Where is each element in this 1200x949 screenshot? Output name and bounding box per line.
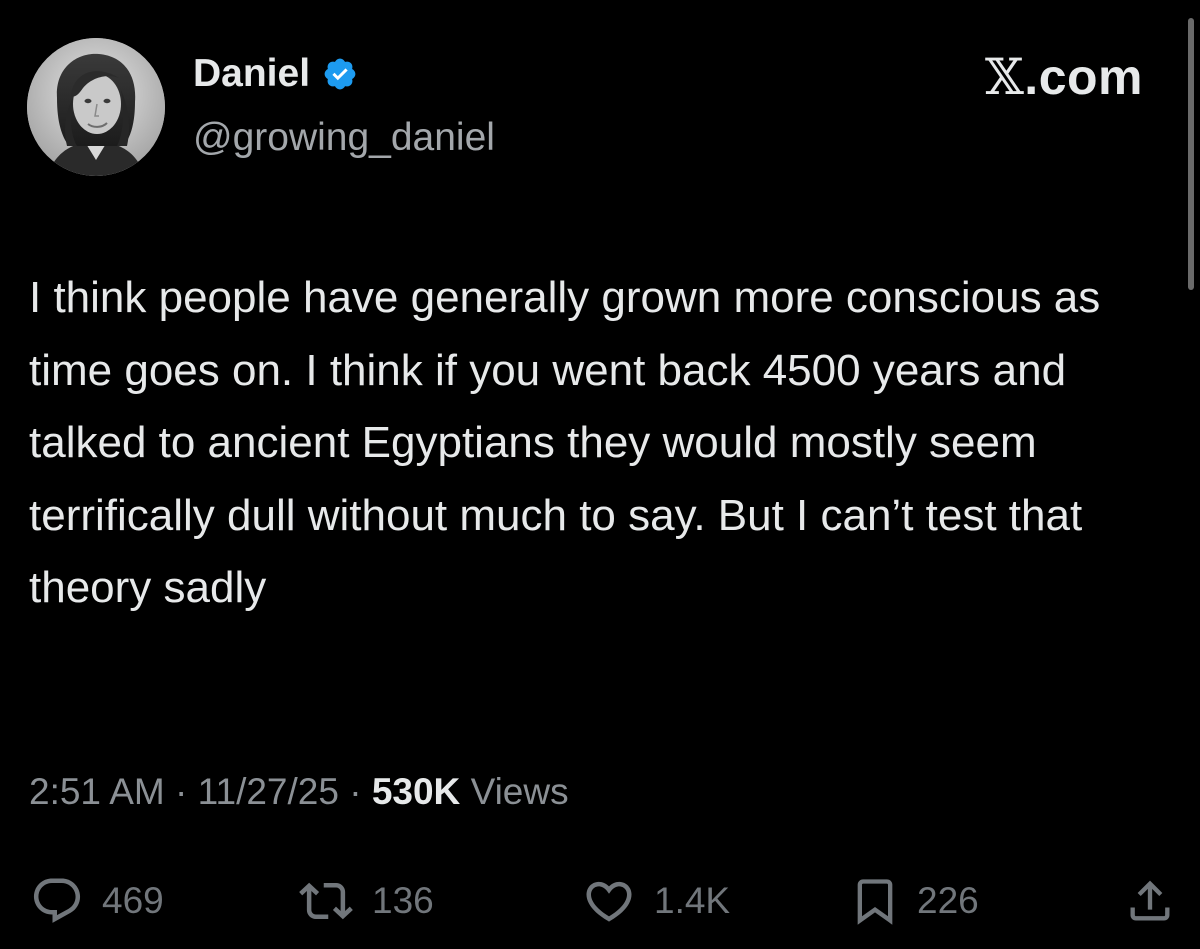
heart-icon <box>586 881 632 922</box>
share-upload-icon <box>1130 880 1170 921</box>
brand-logo: 𝕏.com <box>985 52 1143 102</box>
avatar[interactable] <box>27 38 165 176</box>
author-name-row[interactable]: Daniel <box>193 54 358 93</box>
tweet-time[interactable]: 2:51 AM <box>29 771 165 812</box>
meta-separator: · <box>338 771 372 812</box>
brand-suffix: .com <box>1024 49 1143 105</box>
meta-separator: · <box>164 771 198 812</box>
tweet-date[interactable]: 11/27/25 <box>198 771 339 812</box>
views-label: Views <box>470 771 569 812</box>
post-card: Daniel @growing_daniel 𝕏.com I think peo… <box>0 0 1200 949</box>
action-bar: 469 136 1.4K 226 <box>0 868 1200 938</box>
bookmark-count: 226 <box>917 880 979 921</box>
reply-count: 469 <box>102 880 164 921</box>
share-button[interactable] <box>1124 868 1176 934</box>
x-logo-glyph: 𝕏 <box>985 48 1025 106</box>
repost-arrows-icon <box>299 882 353 920</box>
avatar-photo <box>27 38 165 176</box>
tweet-meta: 2:51 AM · 11/27/25 · 530K Views <box>29 773 569 810</box>
display-name[interactable]: Daniel <box>193 54 310 93</box>
repost-count: 136 <box>372 880 434 921</box>
reply-button[interactable]: 469 <box>28 868 164 934</box>
bookmark-button[interactable]: 226 <box>849 868 979 934</box>
author-handle[interactable]: @growing_daniel <box>193 118 495 157</box>
like-button[interactable]: 1.4K <box>580 868 730 934</box>
repost-button[interactable]: 136 <box>296 868 434 934</box>
views-count: 530K <box>371 771 461 812</box>
like-count: 1.4K <box>654 880 731 921</box>
bookmark-icon <box>857 879 893 925</box>
scrollbar[interactable] <box>1188 18 1194 290</box>
verified-badge-icon <box>324 58 356 89</box>
speech-bubble-icon <box>33 878 81 923</box>
tweet-text: I think people have generally grown more… <box>29 273 1101 613</box>
